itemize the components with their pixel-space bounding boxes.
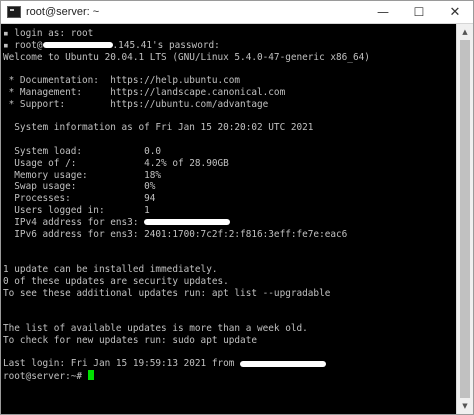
- redacted-ip-mark: [42, 42, 113, 49]
- terminal-line: * Management: https://landscape.canonica…: [3, 87, 457, 99]
- terminal-line-text: Swap usage: 0%: [3, 181, 156, 193]
- title-bar[interactable]: root@server: ~ — ☐ ✕: [1, 1, 473, 24]
- terminal-line: 0 of these updates are security updates.: [3, 276, 457, 288]
- text-cursor[interactable]: [87, 370, 94, 381]
- login-key-icon: ▪: [3, 39, 15, 51]
- terminal-line-text: * Management: https://landscape.canonica…: [3, 86, 286, 98]
- terminal-line: System information as of Fri Jan 15 20:2…: [3, 122, 457, 134]
- terminal-line: Memory usage: 18%: [3, 170, 457, 182]
- scrollbar-thumb[interactable]: [460, 40, 470, 398]
- terminal-line-text: * Support: https://ubuntu.com/advantage: [3, 98, 269, 110]
- terminal-line-text: root@: [14, 39, 43, 51]
- terminal-line: System load: 0.0: [3, 146, 457, 158]
- terminal-line: * Documentation: https://help.ubuntu.com: [3, 75, 457, 87]
- terminal-line: 1 update can be installed immediately.: [3, 264, 457, 276]
- terminal-line-text: 0 of these updates are security updates.: [3, 275, 229, 287]
- terminal-line-text: IPv4 address for ens3:: [3, 216, 145, 228]
- terminal-line-text: System load: 0.0: [3, 145, 162, 157]
- terminal-line: To see these additional updates run: apt…: [3, 288, 457, 300]
- terminal-line: ▪ root@ .145.41's password:: [3, 40, 457, 52]
- terminal-lines: ▪ login as: root ▪ root@ .145.41's passwor…: [1, 24, 457, 382]
- terminal-line: IPv6 address for ens3: 2401:1700:7c2f:2:…: [3, 229, 457, 241]
- terminal-output[interactable]: ▪ login as: root ▪ root@ .145.41's passwor…: [1, 24, 457, 414]
- terminal-app-icon[interactable]: [7, 6, 21, 18]
- terminal-line: The list of available updates is more th…: [3, 323, 457, 335]
- terminal-line-text: Welcome to Ubuntu 20.04.1 LTS (GNU/Linux…: [3, 51, 370, 63]
- shell-prompt: root@server:~#: [3, 371, 88, 383]
- scroll-down-arrow-icon[interactable]: ▼: [457, 398, 473, 414]
- terminal-line-text: Usage of /: 4.2% of 28.90GB: [3, 157, 229, 169]
- terminal-line-text: Processes: 94: [3, 193, 156, 205]
- terminal-line-text: login as: root: [14, 28, 94, 39]
- terminal-line-text: To check for new updates run: sudo apt u…: [3, 334, 257, 346]
- terminal-line: Swap usage: 0%: [3, 181, 457, 193]
- vertical-scrollbar[interactable]: ▲ ▼: [456, 24, 473, 414]
- window-title: root@server: ~: [26, 6, 100, 18]
- terminal-line: ▪ login as: root: [3, 28, 457, 40]
- terminal-line: Processes: 94: [3, 193, 457, 205]
- terminal-line-text: Last login: Fri Jan 15 19:59:13 2021 fro…: [3, 358, 241, 370]
- maximize-button[interactable]: ☐: [401, 1, 437, 23]
- close-button[interactable]: ✕: [437, 1, 473, 23]
- login-key-icon: ▪: [3, 28, 15, 39]
- minimize-button[interactable]: —: [365, 1, 401, 23]
- terminal-line: * Support: https://ubuntu.com/advantage: [3, 99, 457, 111]
- terminal-line: To check for new updates run: sudo apt u…: [3, 335, 457, 347]
- terminal-line: Welcome to Ubuntu 20.04.1 LTS (GNU/Linux…: [3, 52, 457, 64]
- terminal-line: Last login: Fri Jan 15 19:59:13 2021 fro…: [3, 358, 457, 370]
- terminal-line: IPv4 address for ens3:: [3, 217, 457, 229]
- terminal-line-text: .145.41's password:: [112, 39, 220, 51]
- redacted-ip-mark: [240, 360, 327, 367]
- redacted-ip-mark: [144, 219, 231, 226]
- terminal-line-text: 1 update can be installed immediately.: [3, 263, 218, 275]
- terminal-line: Usage of /: 4.2% of 28.90GB: [3, 158, 457, 170]
- scroll-up-arrow-icon[interactable]: ▲: [457, 24, 473, 40]
- terminal-line-text: Memory usage: 18%: [3, 169, 162, 181]
- terminal-line-text: * Documentation: https://help.ubuntu.com: [3, 75, 241, 87]
- terminal-line: Users logged in: 1: [3, 205, 457, 217]
- putty-window: root@server: ~ — ☐ ✕ ▪ login as: root ▪ r…: [0, 0, 474, 415]
- terminal-line: root@server:~#: [3, 370, 457, 382]
- terminal-line-text: To see these additional updates run: apt…: [3, 287, 331, 299]
- terminal-line-text: System information as of Fri Jan 15 20:2…: [3, 122, 314, 134]
- terminal-line-text: IPv6 address for ens3: 2401:1700:7c2f:2:…: [3, 228, 348, 240]
- terminal-line-text: The list of available updates is more th…: [3, 322, 308, 334]
- terminal-line-text: Users logged in: 1: [3, 204, 150, 216]
